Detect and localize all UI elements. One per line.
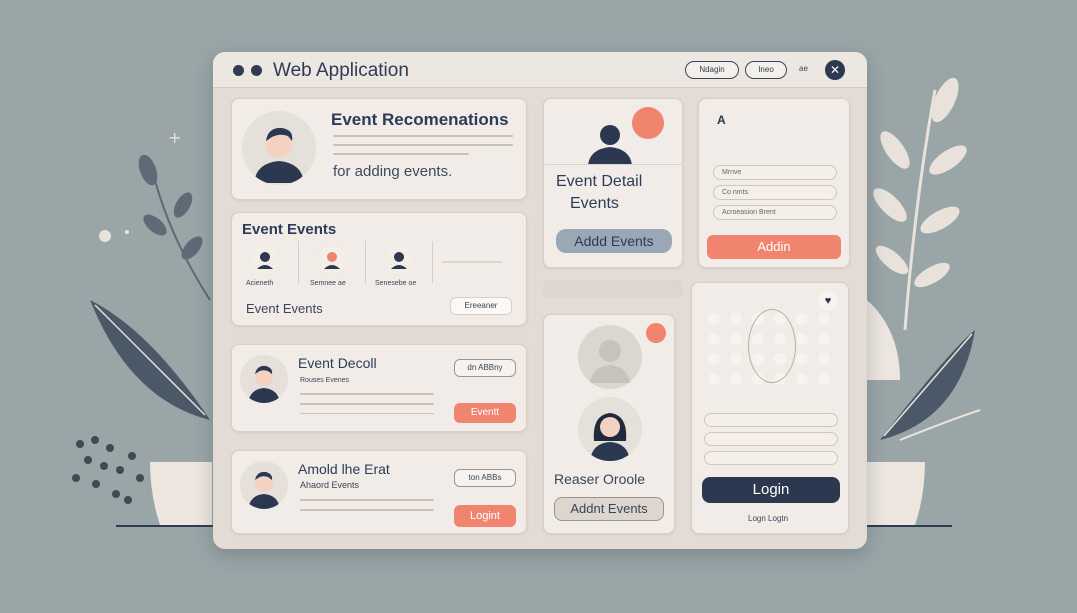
- user-avatar-woman-icon: [578, 397, 642, 461]
- event-row-title: Amold lhe Erat: [298, 461, 390, 477]
- events-card: Event Events Acieneth Semnee ae Senesebe…: [231, 212, 527, 326]
- login-link[interactable]: Logn Logtn: [748, 514, 788, 523]
- header-pill-button-2[interactable]: Ineo: [745, 61, 787, 79]
- window-dot-2[interactable]: [251, 65, 262, 76]
- user-placeholder-icon: [578, 325, 642, 389]
- login-input-3[interactable]: Acroeasion Brent: [713, 205, 837, 220]
- reaser-card: Reaser Oroole Addnt Events: [543, 314, 675, 534]
- globe-outline-icon: [748, 309, 796, 383]
- title-bar: Web Application Ndagin Ineo ae ✕: [213, 52, 867, 88]
- event-row-pill[interactable]: dn ABBny: [454, 359, 516, 377]
- add-events-button[interactable]: Addd Events: [556, 229, 672, 253]
- event-row-card: Amold lhe Erat Ahaord Events ton ABBs Lo…: [231, 450, 527, 534]
- close-icon[interactable]: ✕: [825, 60, 845, 80]
- placeholder-strip: [543, 280, 683, 298]
- svg-text:+: +: [168, 128, 181, 147]
- user-avatar-man-icon: [242, 111, 316, 185]
- user-avatar-icon[interactable]: [384, 245, 414, 275]
- app-window: Web Application Ndagin Ineo ae ✕ Event R…: [213, 52, 867, 549]
- add-in-button[interactable]: Addin: [707, 235, 841, 259]
- events-footer-label: Event Events: [246, 301, 323, 316]
- events-card-title: Event Events: [242, 221, 337, 238]
- recommendations-title: Event Recomenations: [331, 110, 509, 129]
- event-row-button[interactable]: Eventt: [454, 403, 516, 423]
- event-row-button[interactable]: Logint: [454, 505, 516, 527]
- event-row-card: Event Decoll Rouses Evenes dn ABBny Even…: [231, 344, 527, 432]
- event-user-name: Acieneth: [246, 280, 274, 287]
- event-detail-card: Event Detail Events Addd Events: [543, 98, 684, 268]
- login-form-card: A Mrnve Co nmts Acroeasion Brent Addin: [698, 98, 850, 268]
- event-row-pill[interactable]: ton ABBs: [454, 469, 516, 487]
- recommendations-subtitle: for adding events.: [333, 163, 453, 180]
- heart-icon[interactable]: ♥: [818, 291, 838, 311]
- login-input-1[interactable]: Mrnve: [713, 165, 837, 180]
- notification-badge-icon[interactable]: [632, 107, 664, 139]
- login-button[interactable]: Login: [702, 477, 840, 503]
- login-extra-input[interactable]: [704, 451, 838, 465]
- events-action-button[interactable]: Ereeaner: [450, 297, 512, 315]
- login-form-mark: A: [717, 113, 726, 127]
- app-title: Web Application: [273, 60, 409, 81]
- event-user-name: Semnee ae: [310, 280, 346, 287]
- login-username-input[interactable]: [704, 413, 838, 427]
- user-avatar-man-icon: [240, 461, 288, 509]
- event-user-name: Senesebe oe: [375, 280, 417, 287]
- login-password-input[interactable]: [704, 432, 838, 446]
- add-events-button[interactable]: Addnt Events: [554, 497, 664, 521]
- user-avatar-icon[interactable]: [317, 245, 347, 275]
- event-row-subtitle: Rouses Evenes: [300, 377, 350, 384]
- user-avatar-man-icon: [240, 355, 288, 403]
- header-pill-button-1[interactable]: Ndagin: [685, 61, 739, 79]
- user-avatar-icon[interactable]: [250, 245, 280, 275]
- window-dot-1[interactable]: [233, 65, 244, 76]
- header-extra[interactable]: ae: [799, 64, 808, 73]
- event-row-title: Event Decoll: [298, 355, 377, 371]
- event-detail-title: Event Detail: [556, 173, 643, 190]
- user-silhouette-icon: [582, 117, 638, 165]
- event-detail-subtitle: Events: [570, 195, 619, 212]
- recommendations-card: Event Recomenations for adding events.: [231, 98, 527, 200]
- event-row-subtitle: Ahaord Events: [300, 480, 360, 490]
- reaser-title: Reaser Oroole: [554, 471, 646, 487]
- notification-badge-icon[interactable]: [646, 323, 666, 343]
- login-input-2[interactable]: Co nmts: [713, 185, 837, 200]
- login-panel: ♥ Login Logn Logtn: [691, 282, 849, 534]
